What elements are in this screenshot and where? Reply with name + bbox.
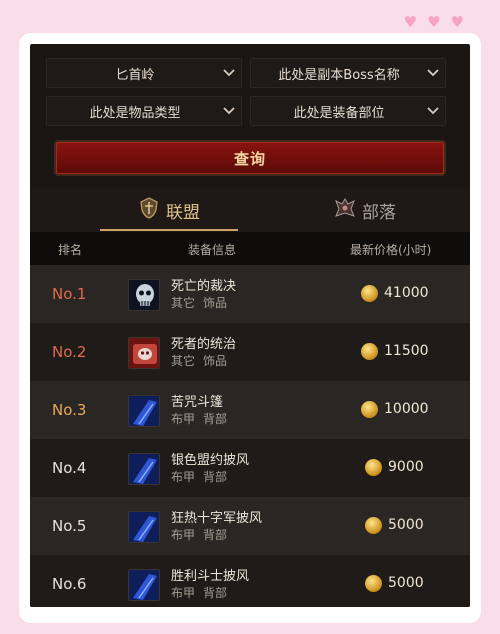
item-price: 11500 [384, 343, 429, 359]
item-slot: 饰品 [203, 354, 228, 368]
table-header: 排名 装备信息 最新价格(小时) [30, 232, 470, 265]
item-name: 银色盟约披风 [171, 453, 250, 468]
chevron-down-icon [421, 107, 445, 115]
item-category: 其它 饰品 [171, 294, 227, 311]
item-slot: 背部 [203, 528, 228, 542]
gold-coin-icon [361, 285, 378, 302]
tab-alliance-label: 联盟 [166, 202, 200, 223]
blue-cloak-icon [128, 511, 160, 543]
faction-tabs: 联盟 部落 [30, 188, 470, 232]
gold-coin-icon [365, 575, 382, 592]
row-rank: No.2 [52, 343, 87, 361]
item-category: 布甲 背部 [171, 526, 227, 543]
item-armor-type: 其它 [171, 354, 196, 368]
gold-coin-icon [365, 517, 382, 534]
row-rank: No.3 [52, 401, 87, 419]
item-armor-type: 其它 [171, 296, 196, 310]
item-price: 9000 [388, 459, 424, 475]
item-price: 10000 [384, 401, 429, 417]
active-tab-indicator [100, 229, 238, 231]
item-name: 苦咒斗篷 [171, 395, 224, 410]
item-slot: 背部 [203, 586, 228, 600]
boss-select-value: 此处是副本Boss名称 [278, 67, 400, 83]
blue-cloak-icon [128, 453, 160, 485]
item-name: 死者的统治 [171, 337, 237, 352]
item-category: 布甲 背部 [171, 410, 227, 427]
item-type-select[interactable]: 此处是物品类型 [46, 96, 242, 126]
table-row[interactable]: No.2 死者的统治 其它 饰品 11500 [30, 323, 470, 381]
item-slot: 背部 [203, 412, 228, 426]
chevron-down-icon [217, 107, 241, 115]
row-rank: No.6 [52, 575, 87, 593]
heart-icon: ♥ [403, 13, 418, 31]
query-button[interactable]: 查询 [54, 140, 446, 176]
item-type-select-value: 此处是物品类型 [89, 105, 181, 121]
tab-horde[interactable]: 部落 [320, 188, 410, 232]
gold-coin-icon [365, 459, 382, 476]
table-row[interactable]: No.6 胜利斗士披风 布甲 背部 5000 [30, 555, 470, 607]
app-panel: 匕首岭 此处是副本Boss名称 此处是物品类型 此处是装备部位 查询 联盟 部落… [30, 44, 470, 607]
header-price: 最新价格(小时) [350, 243, 432, 257]
item-category: 布甲 背部 [171, 468, 227, 485]
header-item-info: 装备信息 [188, 243, 237, 257]
item-armor-type: 布甲 [171, 412, 196, 426]
slot-select-value: 此处是装备部位 [293, 105, 385, 121]
table-row[interactable]: No.4 银色盟约披风 布甲 背部 9000 [30, 439, 470, 497]
header-rank: 排名 [58, 243, 83, 257]
table-row[interactable]: No.3 苦咒斗篷 布甲 背部 10000 [30, 381, 470, 439]
item-price: 41000 [384, 285, 429, 301]
item-price: 5000 [388, 517, 424, 533]
boss-select[interactable]: 此处是副本Boss名称 [250, 58, 446, 88]
chevron-down-icon [217, 69, 241, 77]
item-category: 其它 饰品 [171, 352, 227, 369]
item-price: 5000 [388, 575, 424, 591]
slot-select[interactable]: 此处是装备部位 [250, 96, 446, 126]
item-armor-type: 布甲 [171, 586, 196, 600]
row-rank: No.5 [52, 517, 87, 535]
item-name: 胜利斗士披风 [171, 569, 250, 584]
blue-cloak-icon [128, 569, 160, 601]
item-slot: 背部 [203, 470, 228, 484]
table-row[interactable]: No.1 死亡的裁决 其它 饰品 41000 [30, 265, 470, 323]
item-slot: 饰品 [203, 296, 228, 310]
dungeon-select[interactable]: 匕首岭 [46, 58, 242, 88]
heart-icon: ♥ [427, 13, 441, 31]
heart-decoration: ♥ ♥ ♥ [404, 15, 464, 30]
blue-cloak-icon [128, 395, 160, 427]
skull-trinket-icon [128, 279, 160, 311]
horde-crest-icon [334, 197, 356, 224]
row-rank: No.1 [52, 285, 87, 303]
chevron-down-icon [421, 69, 445, 77]
gold-coin-icon [361, 343, 378, 360]
tab-horde-label: 部落 [362, 202, 396, 223]
item-armor-type: 布甲 [171, 528, 196, 542]
table-row[interactable]: No.5 狂热十字军披风 布甲 背部 5000 [30, 497, 470, 555]
item-name: 狂热十字军披风 [171, 511, 263, 526]
alliance-crest-icon [138, 196, 160, 224]
item-name: 死亡的裁决 [171, 279, 237, 294]
row-rank: No.4 [52, 459, 87, 477]
heart-icon: ♥ [450, 13, 464, 31]
gold-coin-icon [361, 401, 378, 418]
tab-alliance[interactable]: 联盟 [100, 188, 238, 232]
item-category: 布甲 背部 [171, 584, 227, 601]
dungeon-select-value: 匕首岭 [115, 67, 155, 83]
red-trinket-icon [128, 337, 160, 369]
item-armor-type: 布甲 [171, 470, 196, 484]
